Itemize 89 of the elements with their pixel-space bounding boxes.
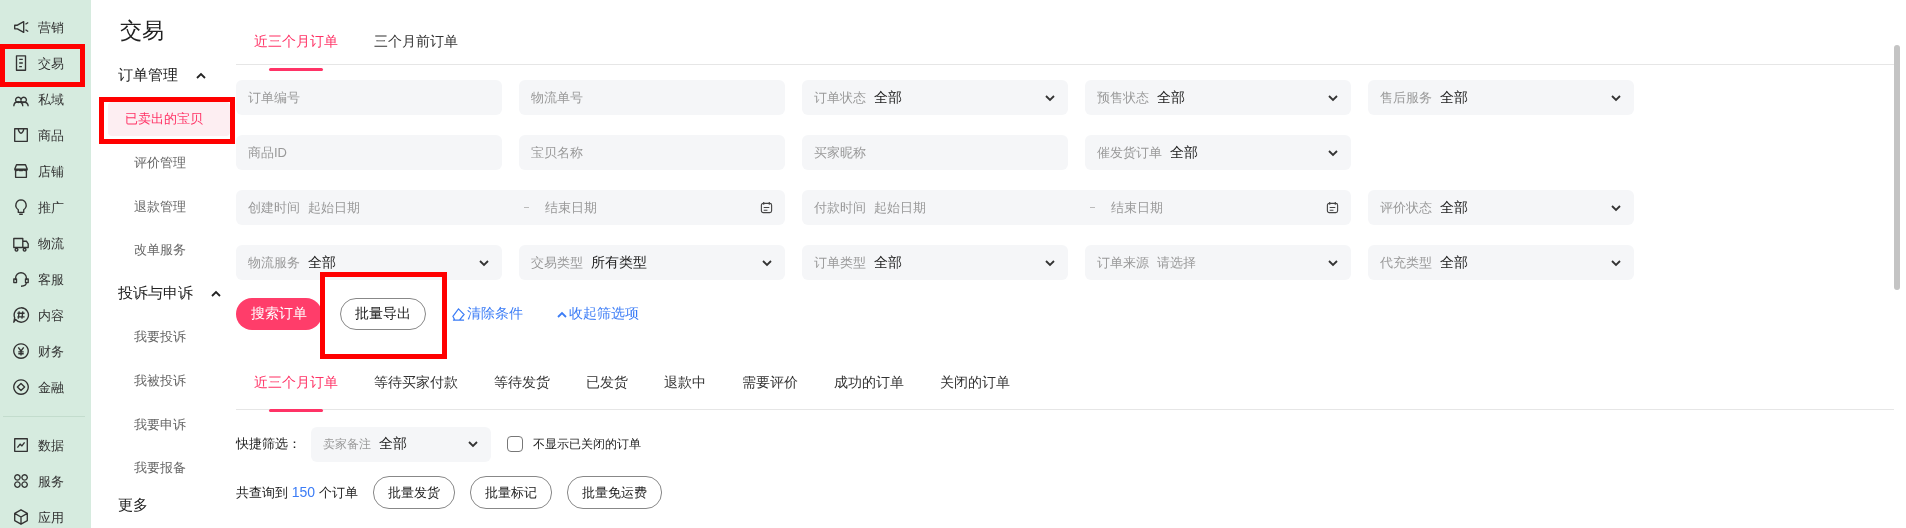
yen-icon xyxy=(12,342,30,360)
headset-icon xyxy=(12,270,30,288)
action-button[interactable]: 批量导出 xyxy=(340,298,426,330)
tab[interactable]: 等待买家付款 xyxy=(374,374,458,412)
nav-item[interactable]: 我要投诉 xyxy=(99,315,186,360)
result-count: 共查询到 150 个订单 xyxy=(236,483,358,502)
tab[interactable]: 关闭的订单 xyxy=(940,374,1010,412)
select-field[interactable]: 售后服务 全部 xyxy=(1368,80,1634,115)
select-field[interactable]: 物流服务 全部 xyxy=(236,245,502,280)
action-link[interactable]: 收起筛选项 xyxy=(549,302,647,326)
nav-item[interactable]: 我要报备 xyxy=(99,445,186,491)
sidebar-item[interactable]: 私域 xyxy=(0,81,91,117)
filter-label: 快捷筛选： xyxy=(236,435,301,453)
caret-up-icon xyxy=(211,290,221,298)
batch-button[interactable]: 批量发货 xyxy=(372,476,455,509)
tab[interactable]: 成功的订单 xyxy=(834,374,904,412)
sidebar-item[interactable]: 推广 xyxy=(0,189,91,225)
nav-item[interactable]: 我要申诉 xyxy=(99,402,186,447)
caret-up-icon xyxy=(196,72,206,80)
nav-section-header[interactable]: 订单管理 xyxy=(91,54,236,98)
caret-up-icon xyxy=(557,310,567,318)
coin-icon xyxy=(12,378,30,396)
chevron-down-icon xyxy=(1327,258,1339,267)
chevron-down-icon xyxy=(478,258,490,267)
chevron-down-icon xyxy=(1327,148,1339,157)
chevron-down-icon xyxy=(1610,93,1622,102)
chevron-down-icon xyxy=(761,258,773,267)
batch-button[interactable]: 批量免运费 xyxy=(566,476,662,509)
section-title: 交易 xyxy=(119,17,165,45)
lightbulb-icon xyxy=(12,198,30,216)
input-field[interactable]: 商品ID xyxy=(236,135,502,170)
nav-section-header[interactable]: 更多 xyxy=(91,489,236,520)
chat-hash-icon xyxy=(12,306,30,324)
cube-icon xyxy=(12,508,30,526)
tab[interactable]: 等待发货 xyxy=(494,374,550,412)
checkbox-label: 不显示已关闭的订单 xyxy=(533,435,641,453)
action-link[interactable]: 清除条件 xyxy=(444,302,531,326)
chevron-down-icon xyxy=(467,440,479,448)
nav-section-header[interactable]: 投诉与申诉 xyxy=(91,271,236,316)
sidebar-item[interactable]: 服务 xyxy=(0,463,91,499)
tab[interactable]: 退款中 xyxy=(664,374,706,412)
megaphone-icon xyxy=(12,18,30,36)
input-field[interactable]: 宝贝名称 xyxy=(519,135,785,170)
bag-icon xyxy=(12,126,30,144)
sidebar-item[interactable]: 金融 xyxy=(0,369,91,405)
sidebar-item[interactable]: 数据 xyxy=(0,427,91,463)
input-field[interactable]: 物流单号 xyxy=(519,80,785,115)
nav-item[interactable]: 退款管理 xyxy=(99,184,186,229)
chevron-down-icon xyxy=(1327,93,1339,102)
calendar-icon xyxy=(1326,201,1339,214)
sidebar-item[interactable]: 营销 xyxy=(0,9,91,45)
scrollbar[interactable] xyxy=(1894,45,1900,290)
tab[interactable]: 已发货 xyxy=(586,374,628,412)
select-field[interactable]: 代充类型 全部 xyxy=(1368,245,1634,280)
sidebar-item[interactable]: 内容 xyxy=(0,297,91,333)
nav-item[interactable]: 评价管理 xyxy=(99,140,186,186)
sidebar-item[interactable]: 客服 xyxy=(0,261,91,297)
chevron-down-icon xyxy=(1610,258,1622,267)
select-field[interactable]: 订单状态 全部 xyxy=(802,80,1068,115)
select-field[interactable]: 卖家备注 全部 xyxy=(311,426,491,462)
grid-icon xyxy=(12,472,30,490)
input-field[interactable]: 订单编号 xyxy=(236,80,502,115)
sidebar-item[interactable]: 交易 xyxy=(0,45,91,81)
tab[interactable]: 近三个月订单 xyxy=(254,374,338,412)
select-field[interactable]: 评价状态 全部 xyxy=(1368,190,1634,225)
batch-button[interactable]: 批量标记 xyxy=(469,476,552,509)
chart-icon xyxy=(12,436,30,454)
eraser-icon xyxy=(452,307,465,321)
store-icon xyxy=(12,162,30,180)
tab[interactable]: 三个月前订单 xyxy=(374,33,458,71)
select-field[interactable]: 订单类型 全部 xyxy=(802,245,1068,280)
nav-item[interactable]: 改单服务 xyxy=(99,227,186,273)
input-field[interactable]: 买家昵称 xyxy=(802,135,1068,170)
nav-item[interactable]: 我被投诉 xyxy=(99,358,186,404)
chevron-down-icon xyxy=(1044,258,1056,267)
calendar-icon xyxy=(760,201,773,214)
sidebar-item[interactable]: 物流 xyxy=(0,225,91,261)
sidebar-item[interactable]: 应用 xyxy=(0,499,91,528)
sidebar-item[interactable]: 财务 xyxy=(0,333,91,369)
sidebar-item[interactable]: 店铺 xyxy=(0,153,91,189)
chevron-down-icon xyxy=(1044,93,1056,102)
tab[interactable]: 近三个月订单 xyxy=(254,33,338,71)
select-field[interactable]: 催发货订单 全部 xyxy=(1085,135,1351,170)
checkbox[interactable] xyxy=(507,436,523,452)
select-field[interactable]: 预售状态 全部 xyxy=(1085,80,1351,115)
select-field[interactable]: 交易类型 所有类型 xyxy=(519,245,785,280)
chevron-down-icon xyxy=(1610,203,1622,212)
tab[interactable]: 需要评价 xyxy=(742,374,798,412)
sidebar-item[interactable]: 商品 xyxy=(0,117,91,153)
